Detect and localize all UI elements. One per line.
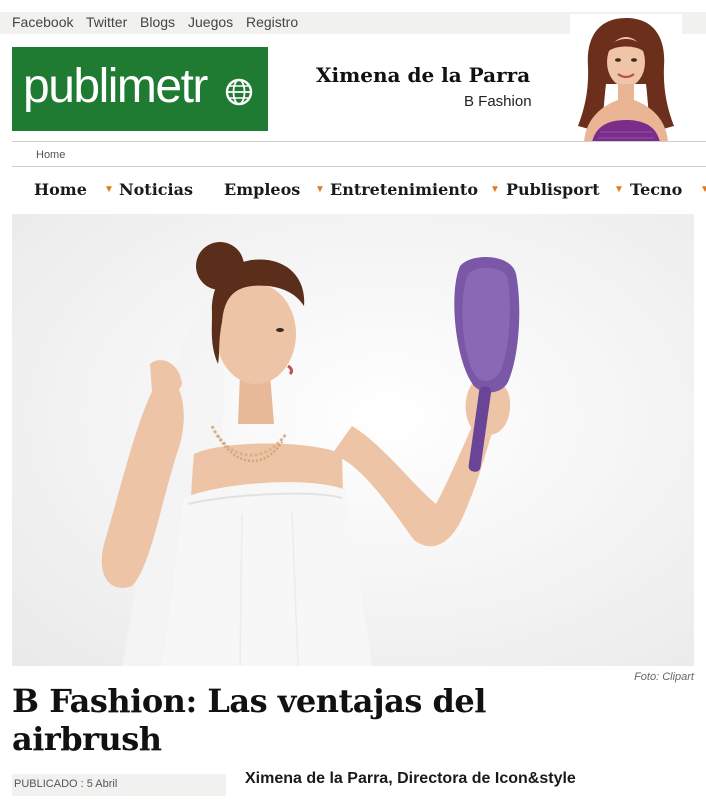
nav-item-home[interactable]: Home bbox=[34, 180, 87, 199]
photo-credit: Foto: Clipart bbox=[634, 671, 694, 683]
author-avatar bbox=[570, 14, 682, 142]
article-headline: B Fashion: Las ventajas del airbrush bbox=[12, 682, 612, 758]
divider-top bbox=[12, 141, 706, 142]
nav-item-entretenimiento[interactable]: Entretenimiento bbox=[330, 180, 478, 199]
nav-item-noticias[interactable]: Noticias bbox=[119, 180, 193, 199]
nav-bullet-icon: ▼ bbox=[700, 184, 706, 195]
author-section: B Fashion bbox=[464, 93, 532, 110]
registro-link[interactable]: Registro bbox=[246, 14, 298, 30]
headline-line-2: airbrush bbox=[12, 720, 162, 758]
nav-bullet-icon: ▼ bbox=[315, 184, 325, 195]
facebook-link[interactable]: Facebook bbox=[12, 14, 73, 30]
logo-text: publimetr bbox=[23, 60, 208, 113]
published-date: PUBLICADO : 5 Abril bbox=[12, 774, 226, 796]
nav-bullet-icon: ▼ bbox=[104, 184, 114, 195]
headline-line-1: B Fashion: Las ventajas del bbox=[12, 682, 486, 720]
juegos-link[interactable]: Juegos bbox=[188, 14, 233, 30]
nav-bullet-icon: ▼ bbox=[614, 184, 624, 195]
article-hero-photo bbox=[12, 214, 694, 666]
article-byline: Ximena de la Parra, Directora de Icon&st… bbox=[245, 770, 576, 787]
publimetro-logo[interactable]: publimetr bbox=[12, 47, 268, 131]
nav-item-tecno[interactable]: Tecno bbox=[630, 180, 682, 199]
main-nav: Home ▼ Noticias Empleos ▼ Entretenimient… bbox=[0, 168, 706, 212]
nav-bullet-icon: ▼ bbox=[490, 184, 500, 195]
twitter-link[interactable]: Twitter bbox=[86, 14, 127, 30]
globe-icon bbox=[225, 78, 253, 106]
divider-mid bbox=[12, 166, 706, 167]
nav-item-publisport[interactable]: Publisport bbox=[506, 180, 600, 199]
author-name[interactable]: Ximena de la Parra bbox=[316, 63, 530, 87]
blogs-link[interactable]: Blogs bbox=[140, 14, 175, 30]
breadcrumb[interactable]: Home bbox=[36, 149, 65, 161]
nav-item-empleos[interactable]: Empleos bbox=[224, 180, 300, 199]
